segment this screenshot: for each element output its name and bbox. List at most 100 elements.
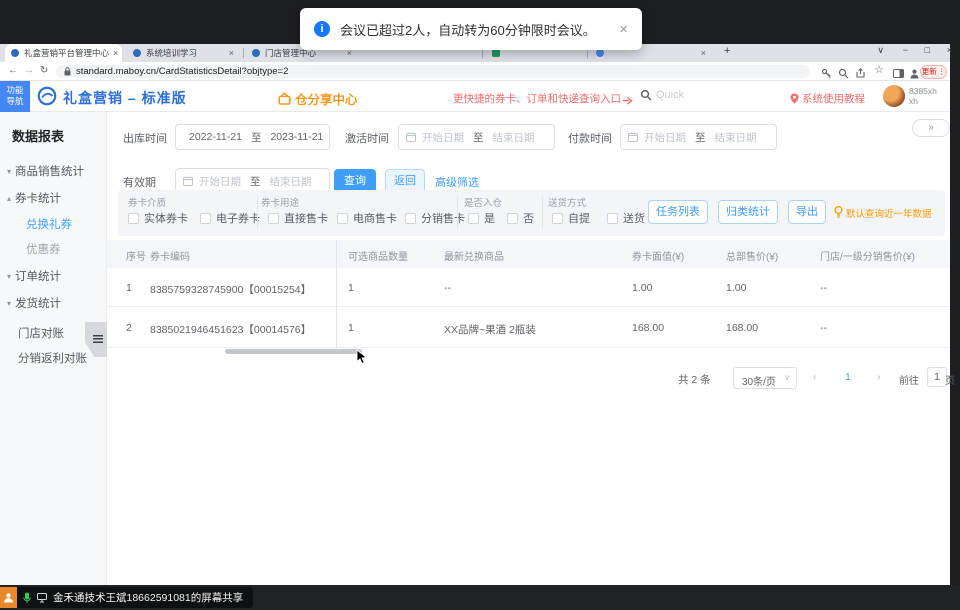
checkbox-label: 否 bbox=[523, 213, 534, 225]
tutorial-link[interactable]: 系统使用教程 bbox=[790, 91, 865, 106]
profile-icon[interactable] bbox=[909, 66, 920, 79]
current-page[interactable]: 1 bbox=[845, 371, 851, 383]
checkbox-delivery[interactable]: 送货 bbox=[607, 210, 645, 226]
app-header: 功能 导航 礼盒营销 – 标准版 仓分享中心 更快捷的券卡、订单和快递查询入口 … bbox=[0, 81, 950, 112]
sidebar-item-product-sales[interactable]: ▾ 商品销售统计 bbox=[7, 163, 84, 179]
microphone-icon bbox=[23, 592, 31, 603]
checkbox-in-warehouse-no[interactable]: 否 bbox=[507, 210, 534, 226]
end-date-value: 2023-11-21 bbox=[270, 131, 324, 143]
column-header-face-value: 券卡面值(¥) bbox=[632, 252, 685, 263]
checkbox-icon[interactable] bbox=[552, 212, 563, 224]
chrome-update-button[interactable]: 更新 ⋮ bbox=[920, 64, 947, 79]
checkbox-electronic-card[interactable]: 电子券卡 bbox=[200, 210, 260, 226]
start-date-value: 2022-11-21 bbox=[189, 131, 242, 143]
page-size-value: 30条/页 bbox=[742, 377, 776, 388]
toast-message: 会议已超过2人，自动转为60分钟限时会议。 bbox=[340, 22, 596, 38]
collapse-filters-button[interactable]: » bbox=[912, 119, 950, 137]
tab-system-training[interactable]: 系统培训学习 × bbox=[127, 44, 240, 62]
checkbox-icon[interactable] bbox=[200, 212, 211, 224]
column-header-latest-product: 最新兑换商品 bbox=[444, 252, 504, 263]
tab-favicon bbox=[596, 49, 604, 57]
window-maximize-button[interactable]: □ bbox=[925, 45, 930, 55]
lock-icon bbox=[64, 67, 71, 76]
sidebar-item-rebate-reconciliation[interactable]: 分销返利对账 bbox=[18, 350, 87, 366]
checkbox-label: 送货 bbox=[623, 213, 645, 225]
checkbox-in-warehouse-yes[interactable]: 是 bbox=[468, 210, 495, 226]
quick-search[interactable]: Quick bbox=[640, 89, 684, 101]
monitor-icon bbox=[37, 592, 47, 602]
forward-icon[interactable]: → bbox=[24, 65, 34, 77]
advanced-filter-link[interactable]: 高级筛选 bbox=[435, 174, 479, 190]
start-date-placeholder: 开始日期 bbox=[644, 131, 686, 144]
classify-stats-button[interactable]: 归类统计 bbox=[718, 200, 778, 224]
checkbox-icon[interactable] bbox=[128, 212, 139, 224]
pagination-total: 共 2 条 bbox=[678, 374, 711, 386]
payment-date-range-input[interactable]: 开始日期 至 结束日期 bbox=[620, 124, 777, 150]
split-view-icon[interactable] bbox=[892, 66, 905, 79]
nav-label-line2: 导航 bbox=[6, 96, 24, 106]
range-separator: 至 bbox=[473, 131, 484, 144]
checkbox-icon[interactable] bbox=[607, 212, 618, 224]
function-nav-button[interactable]: 功能 导航 bbox=[0, 81, 30, 112]
group-label-in-warehouse: 是否入仓 bbox=[464, 198, 503, 209]
sidebar-item-shipping-stats[interactable]: ▾ 发货统计 bbox=[7, 295, 61, 311]
sidebar-item-card-stats[interactable]: ▴ 券卡统计 bbox=[7, 190, 61, 206]
window-minimize-button[interactable]: − bbox=[903, 45, 908, 55]
checkbox-distribution-sale[interactable]: 分销售卡 bbox=[405, 210, 465, 226]
user-avatar[interactable] bbox=[883, 85, 905, 107]
group-separator bbox=[542, 196, 543, 230]
tab-gift-marketing-admin[interactable]: 礼盒营销平台管理中心 × bbox=[5, 44, 122, 62]
horizontal-scrollbar-thumb[interactable] bbox=[225, 349, 362, 354]
checkbox-icon[interactable] bbox=[468, 212, 479, 224]
bookmark-star-icon[interactable]: ☆ bbox=[874, 64, 884, 76]
task-list-button[interactable]: 任务列表 bbox=[648, 200, 708, 224]
checkbox-self-pickup[interactable]: 自提 bbox=[552, 210, 590, 226]
zoom-icon[interactable] bbox=[838, 66, 849, 79]
activation-date-range-input[interactable]: 开始日期 至 结束日期 bbox=[398, 124, 555, 150]
key-icon[interactable] bbox=[821, 66, 832, 78]
group-label-card-purpose: 券卡用途 bbox=[261, 198, 300, 209]
table-row[interactable]: 1 8385759328745900【00015254】 1 -- 1.00 1… bbox=[107, 268, 950, 307]
tab-close-icon[interactable]: × bbox=[109, 48, 118, 58]
page-size-select[interactable]: 30条/页 ∨ bbox=[733, 367, 797, 389]
checkbox-icon[interactable] bbox=[337, 212, 348, 224]
checkbox-icon[interactable] bbox=[268, 212, 279, 224]
tab-close-icon[interactable]: × bbox=[697, 48, 706, 58]
new-tab-button[interactable]: + bbox=[724, 45, 730, 57]
checkbox-icon[interactable] bbox=[405, 212, 416, 224]
url-bar[interactable]: standard.maboy.cn/CardStatisticsDetail?o… bbox=[56, 65, 810, 78]
tab-close-icon[interactable]: × bbox=[225, 48, 234, 58]
window-close-button[interactable]: × bbox=[947, 45, 952, 55]
filter-label-outbound-time: 出库时间 bbox=[123, 133, 167, 145]
toast-close-icon[interactable]: × bbox=[619, 22, 628, 37]
refresh-icon[interactable]: ↻ bbox=[40, 65, 48, 77]
bulb-icon bbox=[834, 205, 843, 223]
sidebar-item-redeem-coupon[interactable]: 兑换礼券 bbox=[26, 216, 72, 232]
goto-page-input[interactable] bbox=[927, 367, 947, 387]
tab-favicon bbox=[492, 49, 500, 57]
share-icon[interactable] bbox=[855, 66, 866, 78]
checkbox-physical-card[interactable]: 实体券卡 bbox=[128, 210, 188, 226]
export-button[interactable]: 导出 bbox=[788, 200, 826, 224]
share-center-link[interactable]: 仓分享中心 bbox=[278, 89, 358, 108]
next-page-button[interactable]: › bbox=[877, 371, 881, 383]
sidebar-item-discount-coupon[interactable]: 优惠券 bbox=[26, 241, 61, 257]
fixed-column-divider bbox=[336, 240, 337, 348]
checkbox-label: 分销售卡 bbox=[421, 213, 465, 225]
tab-favicon bbox=[133, 49, 141, 57]
checkbox-ecommerce-sale[interactable]: 电商售卡 bbox=[337, 210, 397, 226]
update-label: 更新 bbox=[921, 67, 937, 76]
outbound-date-range-input[interactable]: 2022-11-21 至 2023-11-21 bbox=[175, 124, 330, 150]
end-date-placeholder: 结束日期 bbox=[492, 131, 535, 144]
sidebar-item-order-stats[interactable]: ▾ 订单统计 bbox=[7, 268, 61, 284]
window-dropdown-icon[interactable]: ∨ bbox=[877, 45, 884, 56]
checkbox-icon[interactable] bbox=[507, 212, 518, 224]
caret-down-icon: ▾ bbox=[7, 166, 12, 176]
prev-page-button[interactable]: ‹ bbox=[813, 371, 817, 383]
sidebar-item-store-reconciliation[interactable]: 门店对账 bbox=[18, 325, 64, 341]
back-icon[interactable]: ← bbox=[8, 65, 18, 77]
start-date-placeholder: 开始日期 bbox=[199, 175, 241, 188]
checkbox-direct-sale[interactable]: 直接售卡 bbox=[268, 210, 328, 226]
table-row[interactable]: 2 8385021946451623【00014576】 1 XX品牌~果酒 2… bbox=[107, 307, 950, 348]
screen-share-bar: 金禾通技术王斌18662591081的屏幕共享 bbox=[0, 585, 960, 610]
